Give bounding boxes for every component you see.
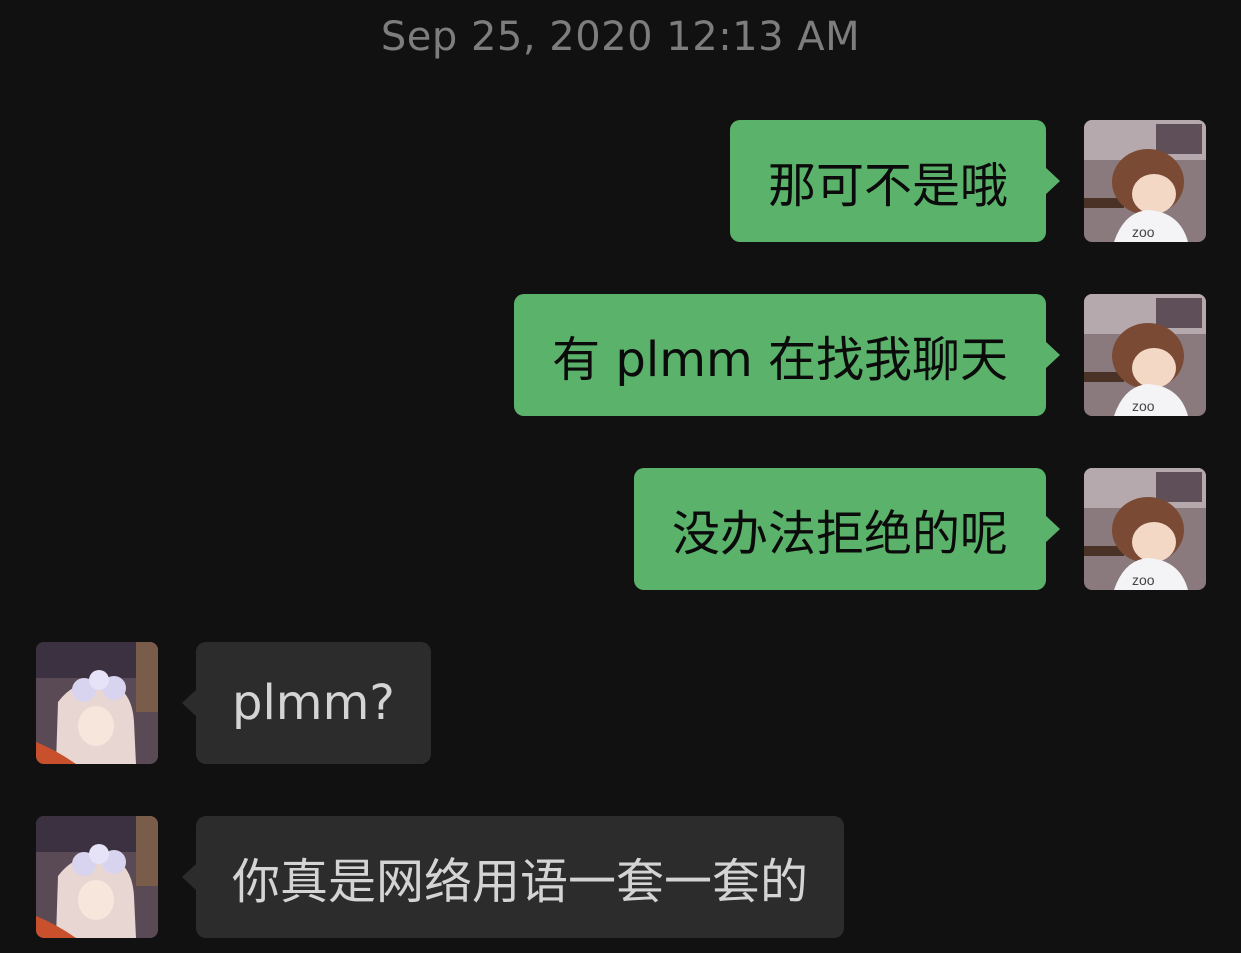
bubble-tail (1045, 167, 1060, 195)
bubble-tail (1045, 341, 1060, 369)
girl-avatar[interactable] (36, 642, 158, 764)
boy-avatar[interactable]: zoo (1084, 468, 1206, 590)
chat-conversation: Sep 25, 2020 12:13 AM 那可不是哦 zoo 有 plmm 在… (0, 0, 1241, 953)
boy-avatar[interactable]: zoo (1084, 294, 1206, 416)
message-timestamp: Sep 25, 2020 12:13 AM (380, 14, 861, 60)
message-row-incoming: plmm? (0, 642, 1241, 766)
message-row-outgoing: 那可不是哦 zoo (0, 120, 1241, 244)
message-text: 没办法拒绝的呢 (671, 506, 1008, 562)
message-row-outgoing: 有 plmm 在找我聊天 zoo (0, 294, 1241, 418)
svg-text:zoo: zoo (1132, 398, 1155, 414)
boy-avatar[interactable]: zoo (1084, 120, 1206, 242)
svg-text:zoo: zoo (1132, 224, 1155, 240)
message-row-outgoing: 没办法拒绝的呢 zoo (0, 468, 1241, 592)
message-bubble-outgoing[interactable]: 有 plmm 在找我聊天 (514, 294, 1060, 416)
message-text: 你真是网络用语一套一套的 (232, 854, 809, 910)
message-bubble-incoming[interactable]: plmm? (182, 642, 431, 764)
message-text: plmm? (232, 675, 395, 731)
message-bubble-outgoing[interactable]: 没办法拒绝的呢 (633, 468, 1060, 590)
message-row-incoming: 你真是网络用语一套一套的 (0, 816, 1241, 940)
message-text: 有 plmm 在找我聊天 (552, 332, 1008, 388)
bubble-tail (182, 863, 197, 891)
svg-text:zoo: zoo (1132, 572, 1155, 588)
message-bubble-incoming[interactable]: 你真是网络用语一套一套的 (182, 816, 845, 938)
girl-avatar[interactable] (36, 816, 158, 938)
message-text: 那可不是哦 (767, 158, 1008, 214)
bubble-tail (182, 689, 197, 717)
message-bubble-outgoing[interactable]: 那可不是哦 (729, 120, 1060, 242)
bubble-tail (1045, 515, 1060, 543)
